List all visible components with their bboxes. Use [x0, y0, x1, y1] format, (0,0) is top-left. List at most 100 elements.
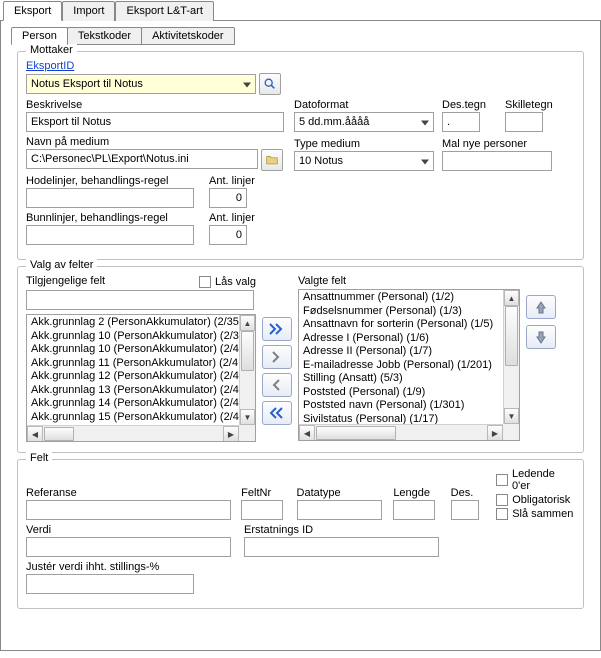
des-input[interactable]	[451, 500, 479, 520]
tab-eksport-lt-art[interactable]: Eksport L&T-art	[115, 1, 213, 21]
checkbox-icon	[496, 494, 508, 506]
datatype-input[interactable]	[297, 500, 382, 520]
beskrivelse-input[interactable]	[26, 112, 284, 132]
eksportid-value: Notus Eksport til Notus	[31, 78, 143, 90]
lengde-label: Lengde	[393, 487, 442, 499]
eksportid-link[interactable]: EksportID	[26, 60, 281, 72]
scroll-corner	[239, 425, 255, 441]
navn-medium-label: Navn på medium	[26, 136, 286, 148]
scroll-right-icon[interactable]: ▶	[223, 426, 239, 442]
move-up-button[interactable]	[526, 295, 556, 319]
tab-eksport[interactable]: Eksport	[3, 1, 62, 21]
scroll-thumb[interactable]	[44, 427, 74, 441]
navn-medium-input[interactable]	[26, 149, 258, 169]
tab-tekstkoder[interactable]: Tekstkoder	[67, 27, 142, 45]
scroll-left-icon[interactable]: ◀	[299, 425, 315, 441]
search-button[interactable]	[259, 73, 281, 95]
list-item[interactable]: E-mailadresse Jobb (Personal) (1/201)	[301, 359, 503, 373]
horizontal-scrollbar[interactable]: ◀ ▶	[299, 424, 503, 440]
list-item[interactable]: Akk.grunnlag 15 (PersonAkkumulator) (2/4	[29, 411, 239, 425]
scroll-down-icon[interactable]: ▼	[240, 409, 255, 425]
verdi-label: Verdi	[26, 524, 236, 536]
destegn-input[interactable]	[442, 112, 480, 132]
scroll-thumb[interactable]	[316, 426, 396, 440]
add-all-button[interactable]	[262, 317, 292, 341]
verdi-input[interactable]	[26, 537, 231, 557]
browse-button[interactable]	[261, 149, 283, 171]
list-item[interactable]: Poststed navn (Personal) (1/301)	[301, 399, 503, 413]
vertical-scrollbar[interactable]: ▲ ▼	[503, 290, 519, 424]
selected-listbox[interactable]: Ansattnummer (Personal) (1/2) Fødselsnum…	[298, 289, 520, 441]
scroll-down-icon[interactable]: ▼	[504, 408, 519, 424]
vertical-scrollbar[interactable]: ▲ ▼	[239, 315, 255, 425]
scroll-up-icon[interactable]: ▲	[240, 315, 255, 331]
group-felt: Felt Referanse FeltNr Datatype Lengde De…	[17, 459, 584, 609]
list-item[interactable]: Akk.grunnlag 13 (PersonAkkumulator) (2/4	[29, 384, 239, 398]
ledende-checkbox[interactable]: Ledende 0'er	[496, 468, 575, 492]
list-item[interactable]: Akk.grunnlag 10 (PersonAkkumulator) (2/3	[29, 330, 239, 344]
list-item[interactable]: Akk.grunnlag 14 (PersonAkkumulator) (2/4	[29, 397, 239, 411]
list-item[interactable]: Stilling (Ansatt) (5/3)	[301, 372, 503, 386]
eksportid-select[interactable]: Notus Eksport til Notus	[26, 74, 256, 94]
list-item[interactable]: Fødselsnummer (Personal) (1/3)	[301, 305, 503, 319]
mal-nye-input[interactable]	[442, 151, 552, 171]
datoformat-value: 5 dd.mm.åååå	[299, 116, 369, 128]
list-item[interactable]: Akk.grunnlag 2 (PersonAkkumulator) (2/35	[29, 316, 239, 330]
hodelinjer-ant-label: Ant. linjer	[209, 175, 269, 187]
list-item[interactable]: Akk.grunnlag 11 (PersonAkkumulator) (2/4	[29, 357, 239, 371]
datoformat-select[interactable]: 5 dd.mm.åååå	[294, 112, 434, 132]
add-one-button[interactable]	[262, 345, 292, 369]
available-listbox[interactable]: Akk.grunnlag 2 (PersonAkkumulator) (2/35…	[26, 314, 256, 442]
type-medium-label: Type medium	[294, 138, 434, 150]
remove-one-button[interactable]	[262, 373, 292, 397]
folder-icon	[265, 153, 279, 167]
list-item[interactable]: Ansattnummer (Personal) (1/2)	[301, 291, 503, 305]
remove-all-button[interactable]	[262, 401, 292, 425]
down-icon	[535, 330, 547, 344]
type-medium-select[interactable]: 10 Notus	[294, 151, 434, 171]
mal-nye-label: Mal nye personer	[442, 138, 562, 150]
filter-input[interactable]	[26, 290, 254, 310]
hodelinjer-input[interactable]	[26, 188, 194, 208]
lengde-input[interactable]	[393, 500, 435, 520]
scroll-thumb[interactable]	[505, 306, 518, 366]
list-item[interactable]: Poststed (Personal) (1/9)	[301, 386, 503, 400]
double-left-icon	[269, 407, 285, 419]
referanse-input[interactable]	[26, 500, 231, 520]
bunnlinjer-ant-input[interactable]	[209, 225, 247, 245]
list-item[interactable]: Adresse I (Personal) (1/6)	[301, 332, 503, 346]
list-item[interactable]: Ansattnavn for sorterin (Personal) (1/5)	[301, 318, 503, 332]
list-item[interactable]: Akk.grunnlag 10 (PersonAkkumulator) (2/4	[29, 343, 239, 357]
tab-import[interactable]: Import	[62, 1, 115, 21]
scroll-thumb[interactable]	[241, 331, 254, 371]
juster-input[interactable]	[26, 574, 194, 594]
scroll-corner	[503, 424, 519, 440]
las-valg-checkbox[interactable]: Lås valg	[199, 276, 256, 288]
skilletegn-input[interactable]	[505, 112, 543, 132]
feltnr-input[interactable]	[241, 500, 283, 520]
move-down-button[interactable]	[526, 325, 556, 349]
group-mottaker: Mottaker EksportID Notus Eksport til Not…	[17, 51, 584, 260]
obligatorisk-checkbox[interactable]: Obligatorisk	[496, 494, 575, 506]
scroll-left-icon[interactable]: ◀	[27, 426, 43, 442]
scroll-up-icon[interactable]: ▲	[504, 290, 519, 306]
erstatnings-label: Erstatnings ID	[244, 524, 444, 536]
list-item[interactable]: Akk.grunnlag 12 (PersonAkkumulator) (2/4	[29, 370, 239, 384]
scroll-right-icon[interactable]: ▶	[487, 425, 503, 441]
type-medium-value: 10 Notus	[299, 155, 343, 167]
left-icon	[269, 379, 285, 391]
tab-person[interactable]: Person	[11, 27, 68, 45]
horizontal-scrollbar[interactable]: ◀ ▶	[27, 425, 239, 441]
datoformat-label: Datoformat	[294, 99, 434, 111]
obligatorisk-label: Obligatorisk	[512, 494, 570, 506]
referanse-label: Referanse	[26, 487, 233, 499]
hodelinjer-ant-input[interactable]	[209, 188, 247, 208]
erstatnings-input[interactable]	[244, 537, 439, 557]
right-icon	[269, 351, 285, 363]
bunnlinjer-input[interactable]	[26, 225, 194, 245]
bunnlinjer-ant-label: Ant. linjer	[209, 212, 269, 224]
transfer-buttons	[262, 275, 292, 442]
sla-sammen-checkbox[interactable]: Slå sammen	[496, 508, 575, 520]
tab-aktivitetskoder[interactable]: Aktivitetskoder	[141, 27, 235, 45]
list-item[interactable]: Adresse II (Personal) (1/7)	[301, 345, 503, 359]
